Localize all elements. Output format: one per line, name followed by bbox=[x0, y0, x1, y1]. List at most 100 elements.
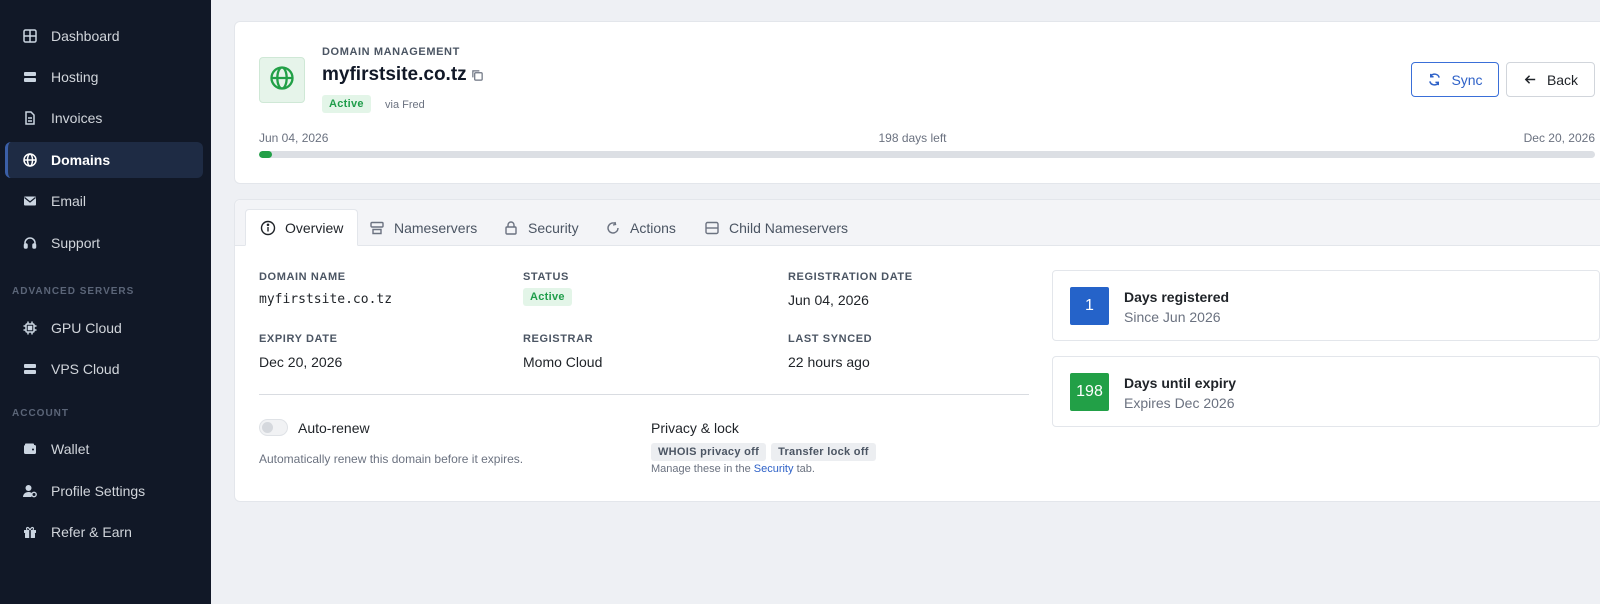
globe-icon bbox=[268, 64, 296, 97]
privacy-pills: WHOIS privacy off Transfer lock off bbox=[651, 442, 881, 461]
stat-title: Days until expiry bbox=[1124, 375, 1237, 391]
domain-name-label: DOMAIN NAME bbox=[259, 271, 346, 283]
sidebar-item-domains[interactable]: Domains bbox=[5, 142, 203, 178]
domain-details-card: Overview Nameservers Security Actions Ch… bbox=[234, 199, 1600, 502]
arrow-left-icon bbox=[1524, 75, 1536, 84]
domain-avatar bbox=[259, 57, 305, 103]
sidebar-item-wallet[interactable]: Wallet bbox=[5, 431, 203, 467]
sidebar-item-label: Profile Settings bbox=[51, 483, 146, 499]
registration-date-label: REGISTRATION DATE bbox=[788, 271, 913, 283]
sidebar-item-label: Support bbox=[51, 235, 101, 251]
last-synced-value: 22 hours ago bbox=[788, 354, 870, 370]
user-gear-icon bbox=[22, 483, 38, 499]
sidebar-item-label: GPU Cloud bbox=[51, 320, 122, 336]
sidebar-item-label: Wallet bbox=[51, 441, 90, 457]
privacy-lock-title: Privacy & lock bbox=[651, 420, 739, 436]
sidebar-item-gpu-cloud[interactable]: GPU Cloud bbox=[5, 310, 203, 346]
days-left-label: 198 days left bbox=[878, 131, 947, 145]
toggle-knob bbox=[262, 422, 273, 433]
registration-date-value: Jun 04, 2026 bbox=[788, 292, 869, 308]
stat-card-days-until-expiry: 198 Days until expiry Expires Dec 2026 bbox=[1052, 356, 1600, 427]
server-icon bbox=[370, 221, 384, 234]
registrar-via: via Fred bbox=[385, 99, 425, 111]
stat-subtitle: Since Jun 2026 bbox=[1124, 309, 1221, 325]
stat-subtitle: Expires Dec 2026 bbox=[1124, 395, 1235, 411]
chip-icon bbox=[22, 320, 38, 336]
refresh-icon bbox=[607, 221, 619, 234]
auto-renew-label: Auto-renew bbox=[298, 420, 370, 436]
tab-label: Nameservers bbox=[394, 219, 478, 236]
tab-label: Security bbox=[528, 219, 579, 236]
wallet-icon bbox=[22, 441, 38, 457]
domain-header-card: DOMAIN MANAGEMENT myfirstsite.co.tz Acti… bbox=[234, 21, 1600, 184]
server-icon bbox=[22, 361, 38, 377]
sidebar-item-profile-settings[interactable]: Profile Settings bbox=[5, 473, 203, 509]
sidebar-item-label: Refer & Earn bbox=[51, 524, 132, 540]
registrar-value: Momo Cloud bbox=[523, 354, 603, 370]
sidebar-item-label: Hosting bbox=[51, 69, 99, 85]
manage-suffix: tab. bbox=[796, 463, 815, 475]
copy-icon[interactable] bbox=[471, 69, 484, 82]
sidebar-item-label: VPS Cloud bbox=[51, 361, 120, 377]
last-synced-label: LAST SYNCED bbox=[788, 333, 873, 345]
lock-icon bbox=[505, 220, 517, 235]
tab-label: Overview bbox=[285, 219, 344, 236]
server-icon bbox=[22, 69, 38, 85]
sidebar-item-vps-cloud[interactable]: VPS Cloud bbox=[5, 351, 203, 387]
sync-button-label: Sync bbox=[1451, 71, 1483, 88]
tab-label: Actions bbox=[630, 219, 676, 236]
back-button-label: Back bbox=[1546, 71, 1579, 88]
sidebar-item-dashboard[interactable]: Dashboard bbox=[5, 18, 203, 54]
auto-renew-description: Automatically renew this domain before i… bbox=[259, 452, 524, 466]
envelope-icon bbox=[22, 193, 38, 209]
sidebar-section-advanced: ADVANCED SERVERS bbox=[12, 286, 135, 297]
tab-bar: Overview Nameservers Security Actions Ch… bbox=[235, 200, 1600, 246]
stat-card-days-registered: 1 Days registered Since Jun 2026 bbox=[1052, 270, 1600, 341]
headset-icon bbox=[22, 235, 38, 251]
term-progress-fill bbox=[259, 151, 273, 158]
tab-child-nameservers[interactable]: Child Nameservers bbox=[690, 209, 862, 246]
tab-overview[interactable]: Overview bbox=[245, 209, 359, 246]
sidebar-item-label: Email bbox=[51, 193, 87, 209]
document-icon bbox=[22, 110, 38, 126]
expiry-date-marker: Dec 20, 2026 bbox=[1523, 131, 1595, 145]
privacy-manage-note: Manage these in the Security tab. bbox=[651, 463, 815, 475]
info-icon bbox=[260, 220, 276, 235]
sidebar-item-support[interactable]: Support bbox=[5, 225, 203, 261]
sidebar-item-label: Domains bbox=[51, 152, 111, 168]
expiry-date-value: Dec 20, 2026 bbox=[259, 354, 343, 370]
stat-title: Days registered bbox=[1124, 289, 1230, 305]
back-button[interactable]: Back bbox=[1506, 62, 1595, 97]
auto-renew-toggle[interactable] bbox=[259, 419, 288, 436]
registration-date-marker: Jun 04, 2026 bbox=[259, 131, 329, 145]
security-tab-link[interactable]: Security bbox=[754, 463, 794, 475]
status-label: STATUS bbox=[523, 271, 569, 283]
sync-button[interactable]: Sync bbox=[1411, 62, 1499, 97]
whois-privacy-pill: WHOIS privacy off bbox=[651, 443, 767, 461]
stat-value: 198 bbox=[1070, 373, 1109, 411]
term-progress-bar bbox=[259, 151, 1595, 158]
status-badge: Active bbox=[523, 288, 572, 306]
sidebar-item-invoices[interactable]: Invoices bbox=[5, 100, 203, 136]
divider bbox=[259, 394, 1029, 395]
sidebar-item-email[interactable]: Email bbox=[5, 183, 203, 219]
manage-prefix: Manage these in the bbox=[651, 463, 751, 475]
domain-name-title: myfirstsite.co.tz bbox=[322, 64, 467, 85]
sidebar-item-label: Dashboard bbox=[51, 28, 120, 44]
tab-security[interactable]: Security bbox=[489, 209, 593, 246]
page-eyebrow: DOMAIN MANAGEMENT bbox=[322, 46, 460, 58]
expiry-date-label: EXPIRY DATE bbox=[259, 333, 338, 345]
sidebar-section-account: ACCOUNT bbox=[12, 408, 69, 419]
globe-icon bbox=[22, 152, 38, 168]
domain-name-value: myfirstsite.co.tz bbox=[259, 292, 393, 307]
sidebar: Dashboard Hosting Invoices Domains Email… bbox=[0, 0, 211, 604]
grid-icon bbox=[22, 28, 38, 44]
sidebar-item-label: Invoices bbox=[51, 110, 103, 126]
server-icon bbox=[705, 221, 719, 234]
sidebar-item-hosting[interactable]: Hosting bbox=[5, 59, 203, 95]
sidebar-item-refer-earn[interactable]: Refer & Earn bbox=[5, 514, 203, 550]
gift-icon bbox=[22, 524, 38, 540]
tab-actions[interactable]: Actions bbox=[591, 209, 690, 246]
tab-nameservers[interactable]: Nameservers bbox=[355, 209, 491, 246]
sync-icon bbox=[1429, 73, 1441, 86]
